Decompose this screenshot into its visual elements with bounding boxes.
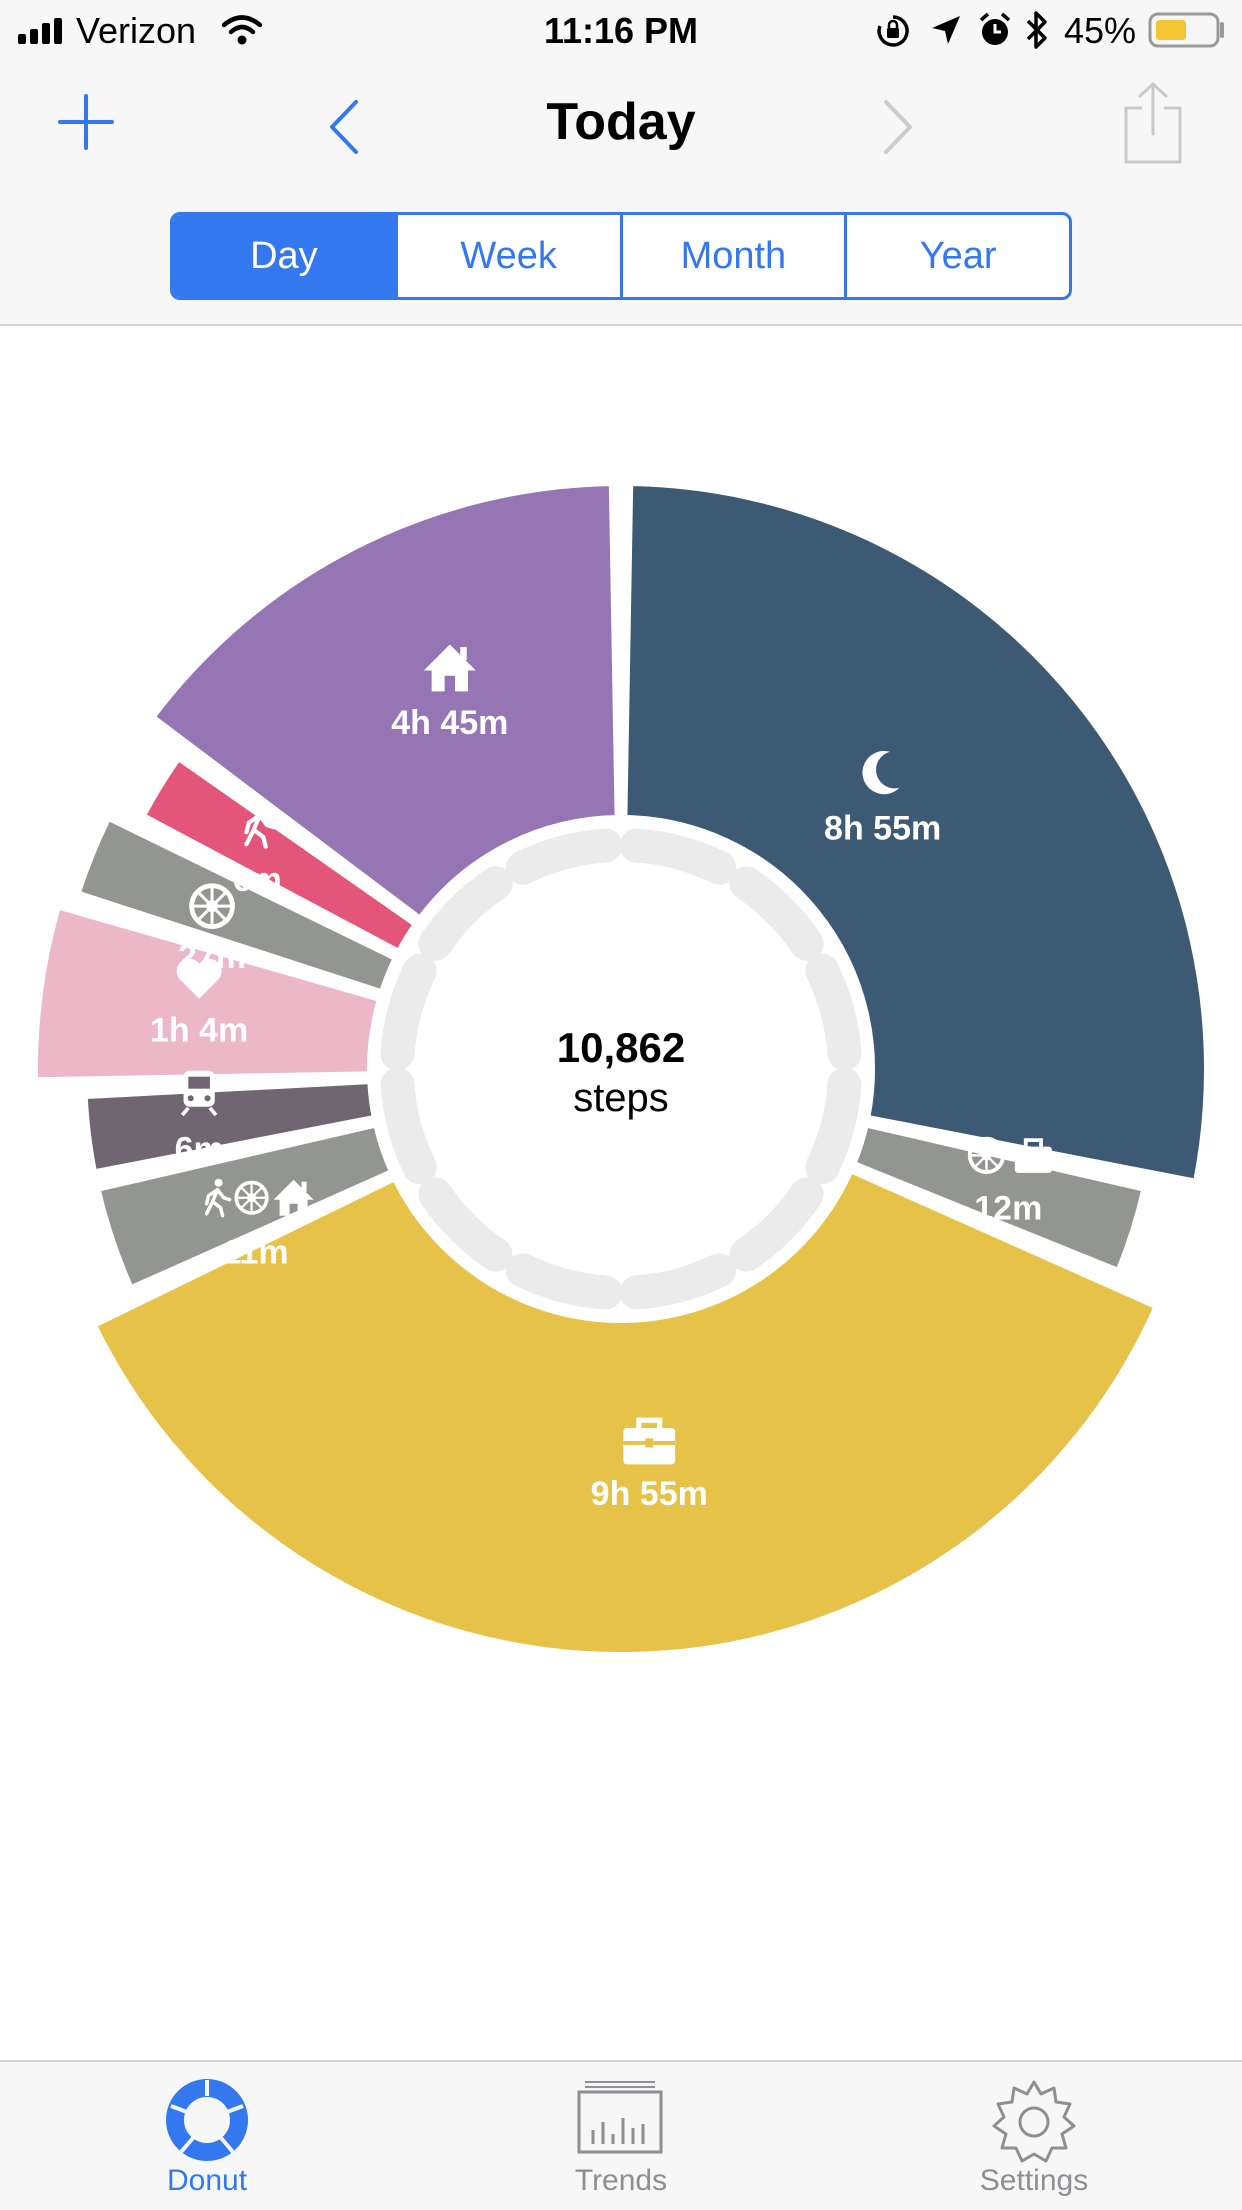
trends-icon xyxy=(577,2081,663,2154)
location-arrow-icon xyxy=(932,16,960,44)
tab-trends[interactable]: Trends xyxy=(471,2062,771,2210)
tab-bar: Donut Trends Settings xyxy=(0,2060,1242,2210)
segment-month[interactable]: Month xyxy=(619,215,845,297)
slice-duration-label: 1h 4m xyxy=(150,1012,248,1050)
status-bar: Verizon 11:16 PM 45% xyxy=(0,0,1242,62)
slice-duration-label: 12m xyxy=(974,1189,1042,1227)
slice-duration-label: 9h 55m xyxy=(591,1475,708,1513)
steps-count: 10,862 xyxy=(557,1024,685,1071)
activity-donut-chart: 8h 55m 12m 9h 55m 11m 6m 1h 4m 27m 6m 4h 45m 10,… xyxy=(34,482,1208,1656)
battery-percent: 45% xyxy=(1064,10,1137,51)
slice-duration-label: 4h 45m xyxy=(391,704,508,742)
tab-label-donut: Donut xyxy=(166,2164,248,2197)
gear-icon xyxy=(992,2080,1076,2163)
track-segment xyxy=(418,866,513,961)
battery-icon xyxy=(1148,12,1224,48)
track-segment xyxy=(380,953,437,1071)
slice-duration-label: 8h 55m xyxy=(824,809,941,847)
page-title: Today xyxy=(546,93,696,151)
slice-duration-label: 11m xyxy=(222,1234,288,1272)
segment-week[interactable]: Week xyxy=(394,215,620,297)
tab-donut[interactable]: Donut xyxy=(57,2062,357,2210)
donut-icon xyxy=(166,2079,248,2161)
segment-year[interactable]: Year xyxy=(844,215,1069,297)
slice-duration-label: 6m xyxy=(233,861,282,899)
car-icon xyxy=(192,886,233,927)
alarm-icon xyxy=(979,12,1011,45)
slice-duration-label: 6m xyxy=(175,1130,224,1168)
next-day-chevron-icon[interactable] xyxy=(880,98,916,156)
track-segment xyxy=(505,828,623,885)
track-segment xyxy=(418,1177,513,1272)
orientation-lock-icon xyxy=(877,15,909,47)
track-segment xyxy=(380,1067,437,1185)
track-segment xyxy=(805,1067,862,1185)
track-segment xyxy=(729,866,824,961)
track-segment xyxy=(619,1253,737,1310)
slice-duration-label: 27m xyxy=(178,938,246,976)
track-segment xyxy=(805,953,862,1071)
track-segment xyxy=(729,1177,824,1272)
track-segment xyxy=(619,828,737,885)
navigation-bar: Today Day Week Month Year xyxy=(0,62,1242,326)
bluetooth-icon xyxy=(1026,11,1047,49)
tab-label-settings: Settings xyxy=(979,2164,1089,2197)
steps-unit: steps xyxy=(573,1076,669,1120)
segment-day[interactable]: Day xyxy=(173,215,395,297)
period-segmented-control: Day Week Month Year xyxy=(170,212,1072,300)
track-segment xyxy=(505,1253,623,1310)
clock-time: 11:16 PM xyxy=(543,10,699,51)
share-icon[interactable] xyxy=(1122,80,1184,166)
tab-settings[interactable]: Settings xyxy=(884,2062,1184,2210)
tab-label-trends: Trends xyxy=(574,2164,668,2197)
